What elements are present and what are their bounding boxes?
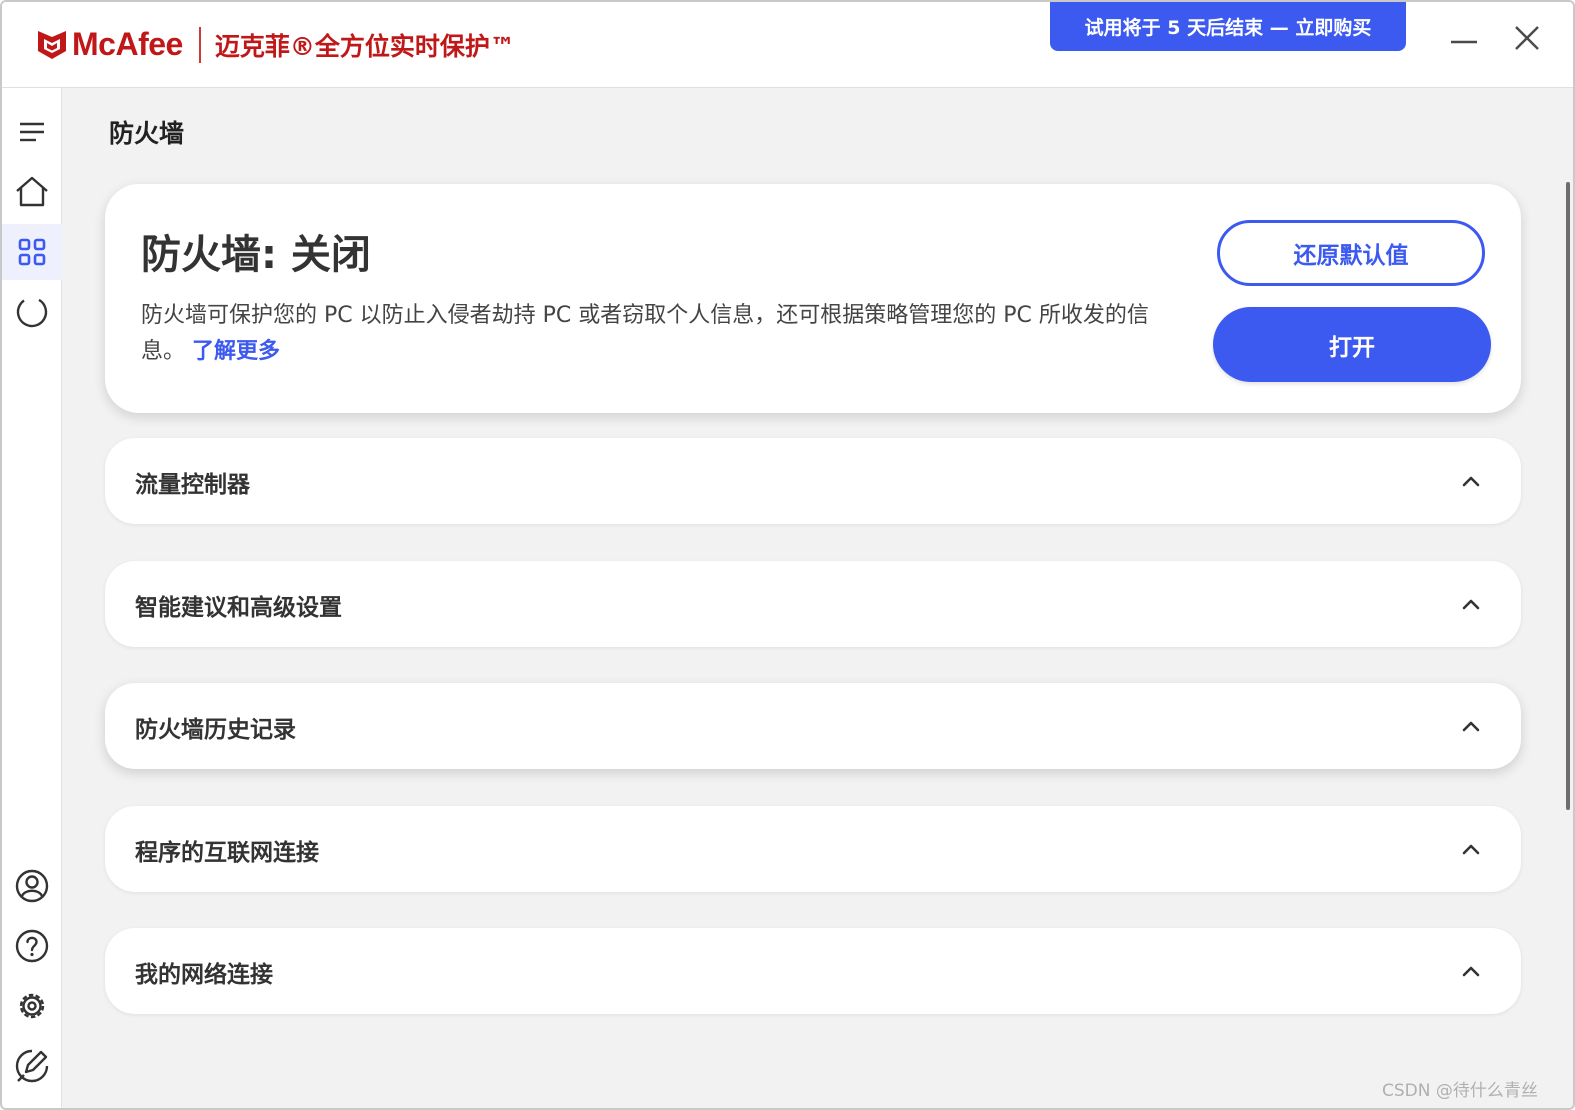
section-firewall-history[interactable]: 防火墙历史记录 bbox=[105, 683, 1521, 769]
loading-ring-icon bbox=[16, 296, 48, 328]
home-icon bbox=[16, 176, 48, 207]
section-label: 我的网络连接 bbox=[135, 962, 273, 988]
section-label: 防火墙历史记录 bbox=[135, 717, 296, 743]
sidebar-item-apps[interactable] bbox=[2, 224, 62, 280]
firewall-description-text: 防火墙可保护您的 PC 以防止入侵者劫持 PC 或者窃取个人信息，还可根据策略管… bbox=[141, 303, 1149, 364]
turn-on-button[interactable]: 打开 bbox=[1213, 307, 1491, 382]
sidebar bbox=[2, 88, 62, 1108]
section-traffic-controller[interactable]: 流量控制器 bbox=[105, 438, 1521, 524]
sidebar-item-scan[interactable] bbox=[2, 284, 62, 340]
mcafee-shield-icon bbox=[38, 30, 66, 59]
section-label: 流量控制器 bbox=[135, 472, 250, 498]
sidebar-item-settings[interactable] bbox=[2, 978, 62, 1034]
section-my-network-connections[interactable]: 我的网络连接 bbox=[105, 928, 1521, 1014]
page-title: 防火墙 bbox=[109, 119, 185, 148]
product-name: 迈克菲®全方位实时保护™ bbox=[214, 31, 515, 61]
mcafee-logo: McAfee 迈克菲®全方位实时保护™ bbox=[36, 26, 515, 63]
close-icon bbox=[1515, 26, 1539, 50]
main-content: 防火墙 防火墙: 关闭 防火墙可保护您的 PC 以防止入侵者劫持 PC 或者窃取… bbox=[63, 88, 1563, 1108]
chevron-up-icon bbox=[1462, 476, 1480, 487]
learn-more-link[interactable]: 了解更多 bbox=[192, 339, 280, 364]
sidebar-item-menu[interactable] bbox=[2, 104, 62, 160]
section-label: 程序的互联网连接 bbox=[135, 840, 319, 866]
chevron-up-icon bbox=[1462, 844, 1480, 855]
section-program-connections[interactable]: 程序的互联网连接 bbox=[105, 806, 1521, 892]
minimize-button[interactable] bbox=[1442, 16, 1486, 60]
firewall-description: 防火墙可保护您的 PC 以防止入侵者劫持 PC 或者窃取个人信息，还可根据策略管… bbox=[141, 298, 1161, 370]
feedback-pen-icon bbox=[15, 1049, 49, 1083]
minimize-icon bbox=[1451, 40, 1477, 44]
section-smart-advice[interactable]: 智能建议和高级设置 bbox=[105, 561, 1521, 647]
chevron-up-icon bbox=[1462, 966, 1480, 977]
restore-defaults-button[interactable]: 还原默认值 bbox=[1217, 220, 1485, 286]
app-window: McAfee 迈克菲®全方位实时保护™ 试用将于 5 天后结束 — 立即购买 防… bbox=[0, 0, 1575, 1110]
user-icon bbox=[15, 869, 49, 903]
watermark: CSDN @待什么青丝 bbox=[1382, 1081, 1538, 1101]
logo-divider bbox=[198, 26, 201, 63]
sidebar-item-help[interactable] bbox=[2, 918, 62, 974]
trial-banner-button[interactable]: 试用将于 5 天后结束 — 立即购买 bbox=[1050, 2, 1406, 51]
logo-wordmark: McAfee bbox=[72, 26, 183, 62]
hamburger-icon bbox=[20, 122, 44, 142]
grid-icon bbox=[18, 238, 46, 266]
title-bar: McAfee 迈克菲®全方位实时保护™ 试用将于 5 天后结束 — 立即购买 bbox=[2, 2, 1573, 88]
gear-icon bbox=[19, 993, 45, 1019]
scrollbar-thumb[interactable] bbox=[1566, 182, 1570, 810]
chevron-up-icon bbox=[1462, 721, 1480, 732]
close-button[interactable] bbox=[1505, 16, 1549, 60]
sidebar-item-account[interactable] bbox=[2, 858, 62, 914]
section-label: 智能建议和高级设置 bbox=[135, 595, 342, 621]
sidebar-item-home[interactable] bbox=[2, 164, 62, 220]
firewall-status-card: 防火墙: 关闭 防火墙可保护您的 PC 以防止入侵者劫持 PC 或者窃取个人信息… bbox=[105, 184, 1521, 413]
sidebar-item-feedback[interactable] bbox=[2, 1038, 62, 1094]
question-icon bbox=[15, 929, 49, 963]
firewall-status: 防火墙: 关闭 bbox=[141, 232, 371, 278]
chevron-up-icon bbox=[1462, 599, 1480, 610]
